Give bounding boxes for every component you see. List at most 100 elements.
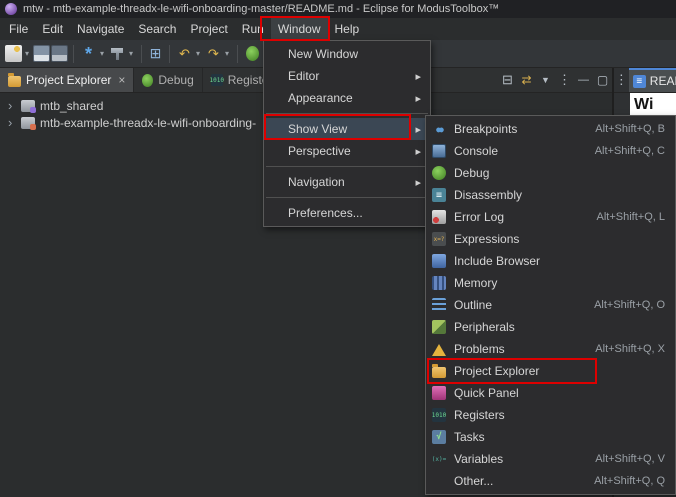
redo-arrow-icon[interactable]	[205, 45, 222, 62]
menu-item-label: Include Browser	[454, 254, 540, 268]
show-view-item-breakpoints[interactable]: Breakpoints Alt+Shift+Q, B	[426, 118, 675, 140]
window-menu-item-new-window[interactable]: New Window	[264, 43, 430, 65]
menu-item-label: Expressions	[454, 232, 519, 246]
breakpoints-icon	[432, 122, 446, 136]
link-with-editor-icon[interactable]	[517, 68, 536, 92]
window-menu-item-navigation[interactable]: Navigation	[264, 171, 430, 193]
tab-readme[interactable]: READ	[629, 68, 676, 92]
menu-item-search[interactable]: Search	[131, 18, 183, 40]
show-view-item-quick-panel[interactable]: Quick Panel	[426, 382, 675, 404]
menu-separator	[266, 197, 428, 198]
menu-item-accel: Alt+Shift+Q, L	[597, 211, 665, 223]
eclipse-window: mtw - mtb-example-threadx-le-wifi-onboar…	[0, 0, 676, 497]
toolbar-separator	[73, 45, 74, 63]
view-menu-icon[interactable]	[555, 68, 574, 92]
menu-item-accel: Alt+Shift+Q, C	[595, 145, 665, 157]
show-view-item-disassembly[interactable]: Disassembly	[426, 184, 675, 206]
menu-item-label: Debug	[454, 166, 489, 180]
show-view-item-include-browser[interactable]: Include Browser	[426, 250, 675, 272]
dropdown-caret-icon[interactable]	[223, 49, 231, 58]
show-view-menu: Breakpoints Alt+Shift+Q, B Console Alt+S…	[425, 115, 676, 495]
menu-item-accel: Alt+Shift+Q, Q	[594, 475, 665, 487]
menu-item-edit[interactable]: Edit	[35, 18, 70, 40]
show-view-item-peripherals[interactable]: Peripherals	[426, 316, 675, 338]
show-view-item-console[interactable]: Console Alt+Shift+Q, C	[426, 140, 675, 162]
project-icon	[21, 117, 35, 129]
window-title: mtw - mtb-example-threadx-le-wifi-onboar…	[23, 3, 499, 15]
expand-arrow-icon[interactable]	[8, 115, 16, 130]
registers-icon	[211, 74, 223, 86]
tab-debug[interactable]: Debug	[134, 68, 202, 92]
menu-item-run[interactable]: Run	[235, 18, 271, 40]
menu-item-label: Preferences...	[288, 206, 363, 220]
menu-item-label: Perspective	[288, 144, 351, 158]
submenu-arrow-icon	[415, 69, 421, 83]
bug-icon	[142, 74, 153, 87]
show-view-item-expressions[interactable]: Expressions	[426, 228, 675, 250]
undo-arrow-icon[interactable]	[176, 45, 193, 62]
toolbar-separator	[237, 45, 238, 63]
debug-bug-icon[interactable]	[246, 46, 259, 61]
dropdown-caret-icon[interactable]	[194, 49, 202, 58]
close-icon[interactable]	[116, 73, 125, 87]
toolbar-separator	[141, 45, 142, 63]
menu-item-project[interactable]: Project	[183, 18, 234, 40]
menu-item-label: Variables	[454, 452, 503, 466]
new-wizard-icon[interactable]	[5, 45, 22, 62]
markdown-file-icon	[633, 75, 646, 88]
show-view-item-problems[interactable]: Problems Alt+Shift+Q, X	[426, 338, 675, 360]
minimize-icon[interactable]	[574, 68, 593, 92]
menu-item-accel: Alt+Shift+Q, O	[594, 299, 665, 311]
collapse-all-icon[interactable]	[498, 68, 517, 92]
window-menu-item-appearance[interactable]: Appearance	[264, 87, 430, 109]
menu-item-window[interactable]: Window	[271, 18, 328, 40]
project-explorer-icon	[432, 367, 446, 378]
show-view-item-registers[interactable]: Registers	[426, 404, 675, 426]
asterisk-icon[interactable]	[80, 45, 97, 62]
menu-item-label: Registers	[454, 408, 505, 422]
show-view-item-debug[interactable]: Debug	[426, 162, 675, 184]
menu-item-navigate[interactable]: Navigate	[70, 18, 131, 40]
expand-arrow-icon[interactable]	[8, 98, 16, 113]
menu-item-label: Other...	[454, 474, 493, 488]
show-view-item-variables[interactable]: Variables Alt+Shift+Q, V	[426, 448, 675, 470]
save-icon[interactable]	[33, 45, 50, 62]
window-menu-item-preferences[interactable]: Preferences...	[264, 202, 430, 224]
variables-icon	[432, 452, 446, 466]
submenu-arrow-icon	[415, 91, 421, 105]
save-all-icon[interactable]	[51, 45, 68, 62]
menu-item-label: Tasks	[454, 430, 485, 444]
window-menu-item-show-view[interactable]: Show View	[264, 118, 430, 140]
blank-icon	[432, 474, 446, 488]
show-view-item-outline[interactable]: Outline Alt+Shift+Q, O	[426, 294, 675, 316]
submenu-arrow-icon	[415, 122, 421, 136]
show-view-item-error-log[interactable]: Error Log Alt+Shift+Q, L	[426, 206, 675, 228]
hammer-icon[interactable]	[109, 45, 126, 62]
menu-item-help[interactable]: Help	[328, 18, 367, 40]
show-view-item-memory[interactable]: Memory	[426, 272, 675, 294]
dropdown-caret-icon[interactable]	[98, 49, 106, 58]
menu-item-label: Problems	[454, 342, 505, 356]
maximize-icon[interactable]	[593, 68, 612, 92]
window-menu-item-editor[interactable]: Editor	[264, 65, 430, 87]
show-view-item-tasks[interactable]: Tasks	[426, 426, 675, 448]
dropdown-caret-icon[interactable]	[127, 49, 135, 58]
dropdown-caret-icon[interactable]	[23, 49, 31, 58]
menu-item-file[interactable]: File	[2, 18, 35, 40]
editor-overflow-icon[interactable]	[614, 72, 629, 88]
show-view-item-other[interactable]: Other... Alt+Shift+Q, Q	[426, 470, 675, 492]
filter-icon[interactable]	[536, 68, 555, 92]
menu-item-accel: Alt+Shift+Q, X	[595, 343, 665, 355]
toolbar-separator	[169, 45, 170, 63]
menu-item-label: Disassembly	[454, 188, 522, 202]
menu-item-label: Navigation	[288, 175, 345, 189]
menu-item-accel: Alt+Shift+Q, B	[595, 123, 665, 135]
project-icon	[21, 100, 35, 112]
disassembly-icon	[432, 188, 446, 202]
window-menu-item-perspective[interactable]: Perspective	[264, 140, 430, 162]
tab-project-explorer[interactable]: Project Explorer	[0, 68, 134, 92]
quick-panel-icon	[432, 386, 446, 400]
show-view-item-project-explorer[interactable]: Project Explorer	[426, 360, 675, 382]
memory-grid-icon[interactable]	[147, 45, 164, 62]
menu-item-label: Show View	[288, 122, 347, 136]
